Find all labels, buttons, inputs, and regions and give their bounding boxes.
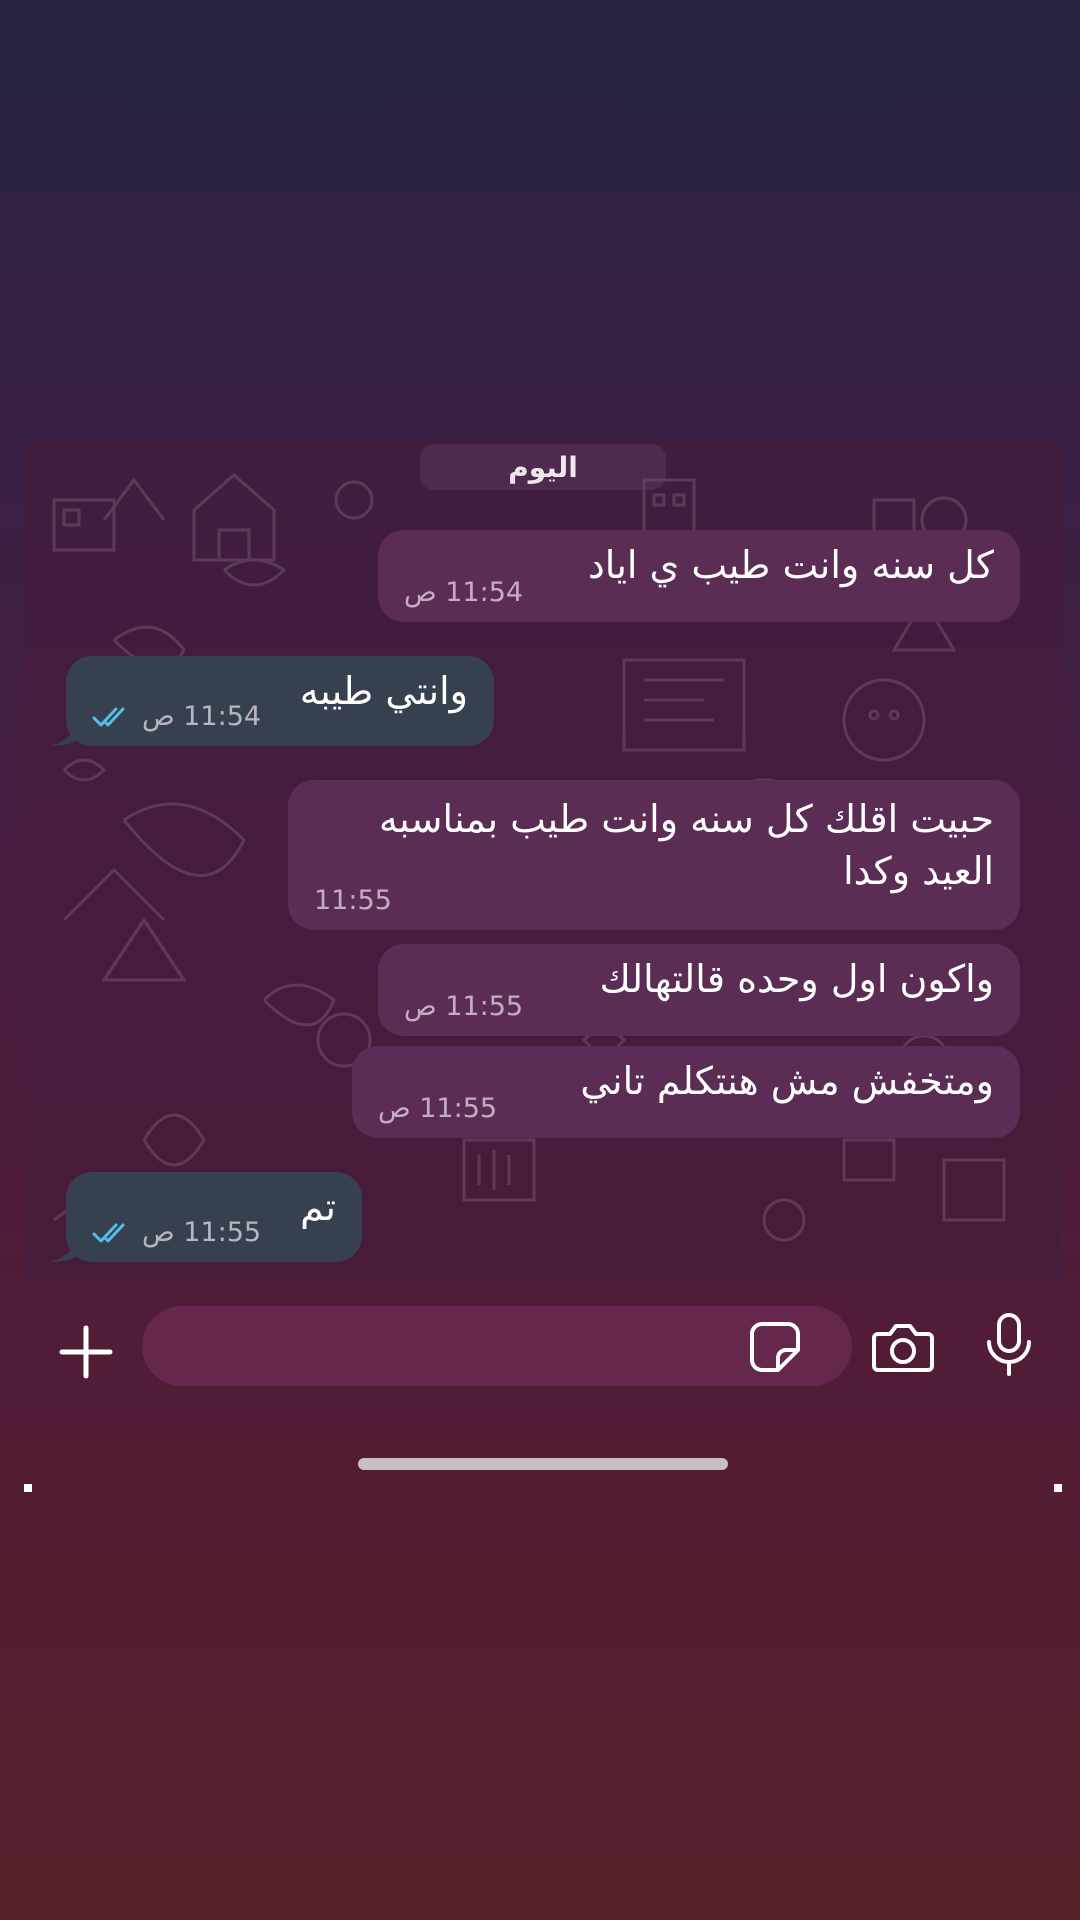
message-meta: 11:55 (314, 885, 392, 916)
plus-icon[interactable] (54, 1320, 118, 1384)
message-bubble-outgoing[interactable]: وانتي طيبه 11:54 ص (50, 656, 494, 746)
message-meta: 11:55 ص (92, 1217, 261, 1248)
message-text: كل سنه وانت طيب ي اياد (587, 543, 994, 587)
message-text: تم (300, 1185, 336, 1229)
message-meta: 11:54 ص (92, 701, 261, 732)
message-meta: 11:54 ص (404, 577, 523, 608)
home-indicator[interactable] (358, 1458, 728, 1470)
message-meta: 11:55 ص (378, 1093, 497, 1124)
frame-corner (24, 1484, 32, 1492)
screen: اليوم كل سنه وانت طيب ي اياد 11:54 ص وان… (0, 0, 1080, 1920)
message-bubble-incoming[interactable]: حبيت اقلك كل سنه وانت طيب بمناسبه العيد … (288, 780, 1020, 930)
date-divider: اليوم (420, 444, 666, 490)
message-bubble-incoming[interactable]: ومتخفش مش هنتكلم تاني 11:55 ص (352, 1046, 1020, 1138)
sticker-icon[interactable] (748, 1320, 802, 1374)
bubble-tail (50, 1232, 80, 1262)
message-bubble-incoming[interactable]: كل سنه وانت طيب ي اياد 11:54 ص (378, 530, 1020, 622)
date-divider-label: اليوم (508, 450, 578, 484)
message-time: 11:55 ص (404, 991, 524, 1022)
camera-icon[interactable] (872, 1318, 934, 1374)
message-text: وانتي طيبه (299, 669, 468, 713)
message-text: ومتخفش مش هنتكلم تاني (580, 1059, 994, 1103)
message-text-line: العيد وكدا (843, 849, 994, 893)
message-time: 11:55 ص (142, 1217, 262, 1248)
message-bubble-outgoing[interactable]: تم 11:55 ص (50, 1172, 362, 1262)
message-time: 11:54 ص (142, 701, 262, 732)
message-text-line: حبيت اقلك كل سنه وانت طيب بمناسبه (378, 797, 994, 841)
message-time: 11:55 (314, 885, 392, 916)
frame-corner (1054, 1484, 1062, 1492)
double-check-icon (92, 707, 125, 726)
microphone-icon[interactable] (984, 1312, 1034, 1378)
message-meta: 11:55 ص (404, 991, 523, 1022)
message-time: 11:54 ص (404, 577, 524, 608)
message-text: واكون اول وحده قالتهالك (599, 957, 994, 1001)
double-check-icon (92, 1223, 125, 1242)
bubble-tail (50, 716, 80, 746)
message-input[interactable] (142, 1306, 852, 1386)
message-bubble-incoming[interactable]: واكون اول وحده قالتهالك 11:55 ص (378, 944, 1020, 1036)
message-time: 11:55 ص (378, 1093, 498, 1124)
